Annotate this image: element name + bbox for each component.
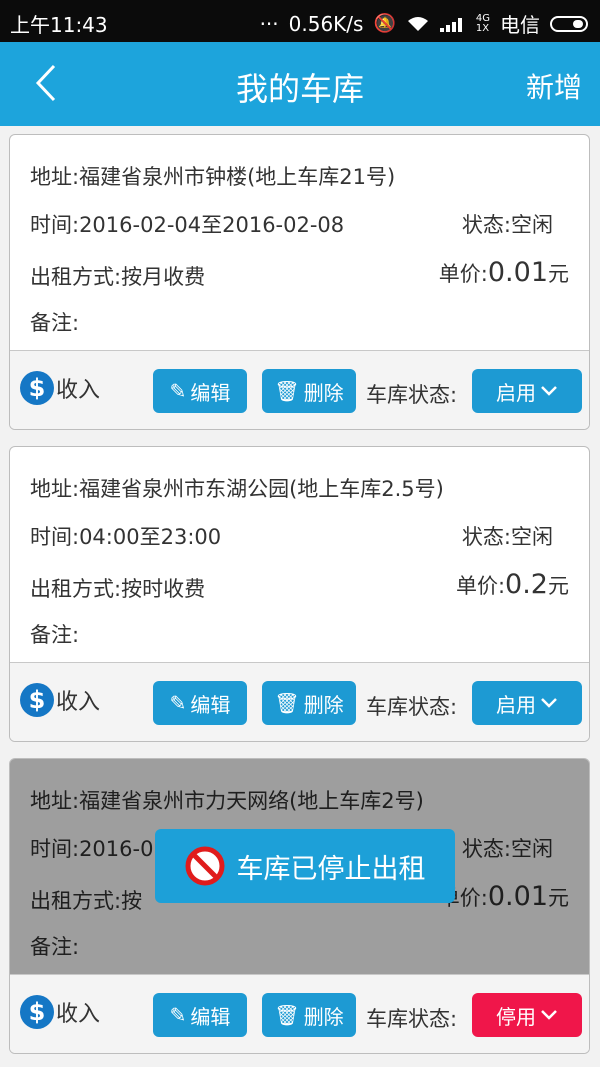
page-title: 我的车库 xyxy=(235,70,364,108)
garage-note: 备注: xyxy=(30,311,80,335)
network-type: 4G 1X xyxy=(475,12,490,34)
edit-button[interactable]: ✎ 编辑 xyxy=(153,369,247,413)
garage-info: 地址:福建省泉州市钟楼(地上车库21号) 时间:2016-02-04至2016-… xyxy=(10,135,589,350)
edit-button[interactable]: ✎ 编辑 xyxy=(153,681,247,725)
stopped-toast: 车库已停止出租 xyxy=(155,829,455,903)
garage-info: 地址:福建省泉州市东湖公园(地上车库2.5号) 时间:04:00至23:00 状… xyxy=(10,447,589,662)
garage-card: 地址:福建省泉州市力天网络(地上车库2号) 时间:2016-0 状态:空闲 出租… xyxy=(9,758,590,1054)
chevron-down-icon xyxy=(541,386,557,396)
dollar-icon: $ xyxy=(20,995,54,1029)
garage-status-toggle[interactable]: 启用 xyxy=(472,681,582,725)
garage-status-label: 车库状态: xyxy=(366,383,458,407)
pencil-icon: ✎ xyxy=(169,1003,187,1027)
status-time: 上午11:43 xyxy=(10,13,108,37)
garage-status-label: 车库状态: xyxy=(366,1007,458,1031)
status-dots: ··· xyxy=(259,11,279,36)
add-garage-button[interactable]: 新增 xyxy=(526,66,582,106)
garage-status-toggle[interactable]: 启用 xyxy=(472,369,582,413)
garage-actions: $ 收入 ✎ 编辑 🗑 删除 车库状态: 停用 xyxy=(10,974,589,1053)
garage-actions: $ 收入 ✎ 编辑 🗑 删除 车库状态: 启用 xyxy=(10,350,589,429)
pencil-icon: ✎ xyxy=(169,379,187,403)
chevron-down-icon xyxy=(541,698,557,708)
trash-icon: 🗑 xyxy=(274,691,300,715)
signal-icon xyxy=(439,16,466,32)
delete-button[interactable]: 🗑 删除 xyxy=(262,993,356,1037)
wifi-icon xyxy=(407,16,428,31)
garage-address: 地址:福建省泉州市钟楼(地上车库21号) xyxy=(30,165,396,189)
trash-icon: 🗑 xyxy=(274,379,300,403)
garage-info: 地址:福建省泉州市力天网络(地上车库2号) 时间:2016-0 状态:空闲 出租… xyxy=(10,759,589,974)
dollar-icon: $ xyxy=(20,371,54,405)
garage-card: 地址:福建省泉州市东湖公园(地上车库2.5号) 时间:04:00至23:00 状… xyxy=(9,446,590,742)
income-button[interactable]: $ 收入 xyxy=(20,995,100,1029)
carrier: 电信 xyxy=(500,13,540,37)
battery-icon xyxy=(550,15,588,32)
garage-status-label: 车库状态: xyxy=(366,695,458,719)
income-button[interactable]: $ 收入 xyxy=(20,371,100,405)
garage-price: 单价:0.01元 xyxy=(438,257,569,288)
mute-icon: 🔕 xyxy=(373,13,396,34)
dollar-icon: $ xyxy=(20,683,54,717)
garage-price: 单价:0.2元 xyxy=(455,569,569,600)
garage-rent-mode: 出租方式:按时收费 xyxy=(30,577,206,601)
status-icons: ··· 0.56K/s 🔕 4G 1X 电信 xyxy=(260,9,588,38)
network-speed: 0.56K/s xyxy=(288,11,364,36)
garage-address: 地址:福建省泉州市东湖公园(地上车库2.5号) xyxy=(30,477,444,501)
garage-state: 状态:空闲 xyxy=(461,213,553,237)
trash-icon: 🗑 xyxy=(274,1003,300,1027)
pencil-icon: ✎ xyxy=(169,691,187,715)
status-bar: 上午11:43 ··· 0.56K/s 🔕 4G 1X 电信 xyxy=(0,0,600,42)
income-button[interactable]: $ 收入 xyxy=(20,683,100,717)
garage-rent-mode: 出租方式:按月收费 xyxy=(30,265,206,289)
forbidden-icon xyxy=(185,846,224,886)
garage-time: 时间:04:00至23:00 xyxy=(30,525,222,549)
garage-time: 时间:2016-02-04至2016-02-08 xyxy=(30,213,345,237)
garage-actions: $ 收入 ✎ 编辑 🗑 删除 车库状态: 启用 xyxy=(10,662,589,741)
nav-bar: 我的车库 新增 xyxy=(0,42,600,126)
garage-status-toggle[interactable]: 停用 xyxy=(472,993,582,1037)
delete-button[interactable]: 🗑 删除 xyxy=(262,681,356,725)
chevron-down-icon xyxy=(541,1010,557,1020)
edit-button[interactable]: ✎ 编辑 xyxy=(153,993,247,1037)
garage-card: 地址:福建省泉州市钟楼(地上车库21号) 时间:2016-02-04至2016-… xyxy=(9,134,590,430)
garage-note: 备注: xyxy=(30,623,80,647)
garage-state: 状态:空闲 xyxy=(461,525,553,549)
delete-button[interactable]: 🗑 删除 xyxy=(262,369,356,413)
